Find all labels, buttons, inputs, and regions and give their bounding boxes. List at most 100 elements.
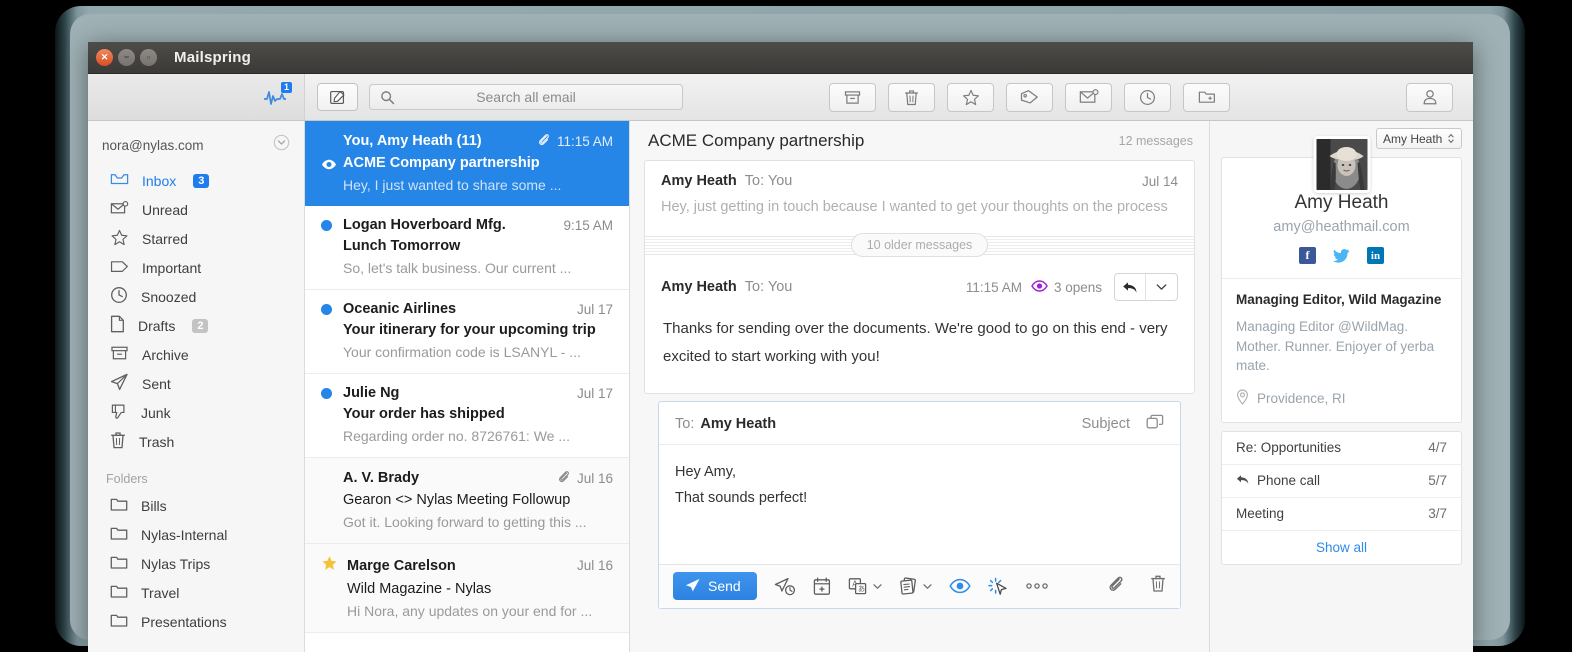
mailspring-window: ✕ − ▫ Mailspring 1 [88, 42, 1473, 652]
list-item-subject: Wild Magazine - Nylas [321, 581, 613, 597]
sidebar-item-inbox[interactable]: Inbox 3 [88, 166, 304, 195]
list-item-subject: Your itinerary for your upcoming trip [321, 322, 613, 338]
contact-bio-line: Mother. Runner. Enjoyer of yerba mate. [1236, 337, 1447, 376]
screenshot-stage: ✕ − ▫ Mailspring 1 [0, 0, 1572, 652]
older-messages-divider[interactable]: 10 older messages [645, 231, 1194, 259]
unread-dot [321, 304, 332, 315]
tag-icon [110, 259, 129, 277]
search-input[interactable]: Search all email [369, 84, 683, 110]
sidebar-item-label: Archive [142, 347, 189, 363]
reply-icon[interactable] [1115, 274, 1146, 300]
list-item[interactable]: Marge Carelson Jul 16 Wild Magazine - Ny… [305, 544, 629, 633]
reply-button-group[interactable] [1114, 273, 1178, 301]
quick-replies-icon[interactable] [899, 577, 932, 596]
list-item[interactable]: A. V. Brady Jul 16 Gearon <> Nylas Meeti… [305, 458, 629, 544]
twitter-icon[interactable] [1333, 247, 1350, 264]
sidebar-folder-nylas-internal[interactable]: Nylas-Internal [88, 520, 304, 549]
sidebar-item-trash[interactable]: Trash [88, 427, 304, 456]
open-count-label: 3 opens [1054, 280, 1102, 295]
composer-toolbar: Send [659, 564, 1180, 608]
templates-icon[interactable]: A あ [848, 577, 882, 596]
snooze-clock-icon[interactable] [1124, 83, 1171, 112]
sidebar-folder-presentations[interactable]: Presentations [88, 607, 304, 636]
schedule-meeting-calendar-icon[interactable] [813, 577, 831, 596]
contact-location-label: Providence, RI [1257, 391, 1346, 406]
sidebar-item-important[interactable]: Important [88, 253, 304, 282]
message-header: Amy Heath To: You Jul 14 [645, 161, 1194, 197]
sidebar-folder-bills[interactable]: Bills [88, 491, 304, 520]
composer-subject-field[interactable]: Subject [1082, 416, 1130, 432]
move-to-folder-icon[interactable] [1183, 83, 1230, 112]
send-later-icon[interactable] [774, 577, 796, 596]
list-item-from: You, Amy Heath (11) [343, 133, 482, 149]
maximize-button[interactable]: ▫ [140, 49, 157, 66]
compose-button[interactable] [317, 83, 358, 111]
thread-header: ACME Company partnership 12 messages [630, 121, 1209, 160]
list-item-date: 9:15 AM [563, 218, 613, 233]
discard-draft-trash-icon[interactable] [1150, 574, 1166, 598]
activity-label: Meeting [1236, 506, 1284, 521]
tag-icon[interactable] [1006, 83, 1053, 112]
composer-header: To: Amy Heath Subject [659, 402, 1180, 445]
mark-unread-icon[interactable] [1065, 83, 1112, 112]
sidebar-item-archive[interactable]: Archive [88, 340, 304, 369]
trash-icon[interactable] [888, 83, 935, 112]
activity-value: 4/7 [1428, 440, 1447, 455]
contact-card: Amy Heath amy@heathmail.com f in Managin… [1221, 157, 1462, 423]
composer-body[interactable]: Hey Amy, That sounds perfect! [659, 445, 1180, 564]
composer-right-tools [1107, 574, 1166, 598]
activity-row[interactable]: Re: Opportunities 4/7 [1222, 432, 1461, 465]
chevron-down-icon[interactable] [273, 134, 290, 156]
activity-button[interactable]: 1 [260, 82, 290, 112]
sidebar-item-sent[interactable]: Sent [88, 369, 304, 398]
activity-value: 5/7 [1428, 473, 1447, 488]
more-options-icon[interactable] [1025, 582, 1049, 590]
attach-file-paperclip-icon[interactable] [1107, 574, 1124, 598]
minimize-button[interactable]: − [118, 49, 135, 66]
collapsed-message-card[interactable]: Amy Heath To: You Jul 14 Hey, just getti… [644, 160, 1195, 394]
facebook-icon[interactable]: f [1299, 247, 1316, 264]
message-recipient: To: You [745, 279, 793, 295]
sidebar-item-junk[interactable]: Junk [88, 398, 304, 427]
list-item[interactable]: Julie Ng Jul 17 Your order has shipped R… [305, 374, 629, 458]
profile-icon[interactable] [1406, 83, 1453, 112]
composer-to-value[interactable]: Amy Heath [700, 416, 776, 432]
window-titlebar: ✕ − ▫ Mailspring [88, 42, 1473, 74]
show-all-link[interactable]: Show all [1222, 531, 1461, 564]
sidebar-folder-nylas-trips[interactable]: Nylas Trips [88, 549, 304, 578]
star-icon[interactable] [947, 83, 994, 112]
send-button[interactable]: Send [673, 572, 757, 600]
sidebar-item-label: Inbox [142, 173, 176, 189]
activity-row[interactable]: Meeting 3/7 [1222, 498, 1461, 531]
sidebar-folder-travel[interactable]: Travel [88, 578, 304, 607]
sidebar-folder-label: Nylas Trips [141, 556, 210, 572]
popout-composer-icon[interactable] [1146, 414, 1164, 434]
link-tracking-icon[interactable] [988, 577, 1008, 596]
sidebar-item-drafts[interactable]: Drafts 2 [88, 311, 304, 340]
app-toolbar: 1 Search all e [88, 74, 1473, 121]
activity-label: Phone call [1257, 473, 1320, 488]
sidebar-item-snoozed[interactable]: Snoozed [88, 282, 304, 311]
linkedin-icon[interactable]: in [1367, 247, 1384, 264]
sidebar-item-unread[interactable]: Unread [88, 195, 304, 224]
older-messages-label[interactable]: 10 older messages [851, 233, 989, 257]
contact-selector[interactable]: Amy Heath [1376, 128, 1462, 149]
list-item[interactable]: Logan Hoverboard Mfg. 9:15 AM Lunch Tomo… [305, 206, 629, 290]
folder-icon [110, 555, 128, 573]
starred-star-icon[interactable] [321, 555, 338, 576]
open-tracking-eye-icon [1031, 280, 1048, 295]
chevron-down-icon[interactable] [1146, 274, 1177, 300]
close-button[interactable]: ✕ [96, 49, 113, 66]
activity-row[interactable]: Phone call 5/7 [1222, 465, 1461, 498]
sidebar-item-starred[interactable]: Starred [88, 224, 304, 253]
account-header[interactable]: nora@nylas.com [88, 130, 304, 166]
message-body: Thanks for sending over the documents. W… [645, 309, 1194, 393]
read-receipts-eye-icon[interactable] [949, 578, 971, 594]
composer-to-label: To: [675, 416, 694, 432]
archive-icon[interactable] [829, 83, 876, 112]
list-item[interactable]: Oceanic Airlines Jul 17 Your itinerary f… [305, 290, 629, 374]
contact-activity-card: Re: Opportunities 4/7 Phone call 5/7 [1221, 431, 1462, 565]
message-list: You, Amy Heath (11) 11:15 AM ACME Compan… [305, 121, 630, 652]
list-item[interactable]: You, Amy Heath (11) 11:15 AM ACME Compan… [305, 121, 629, 206]
sidebar-item-label: Trash [139, 434, 174, 450]
